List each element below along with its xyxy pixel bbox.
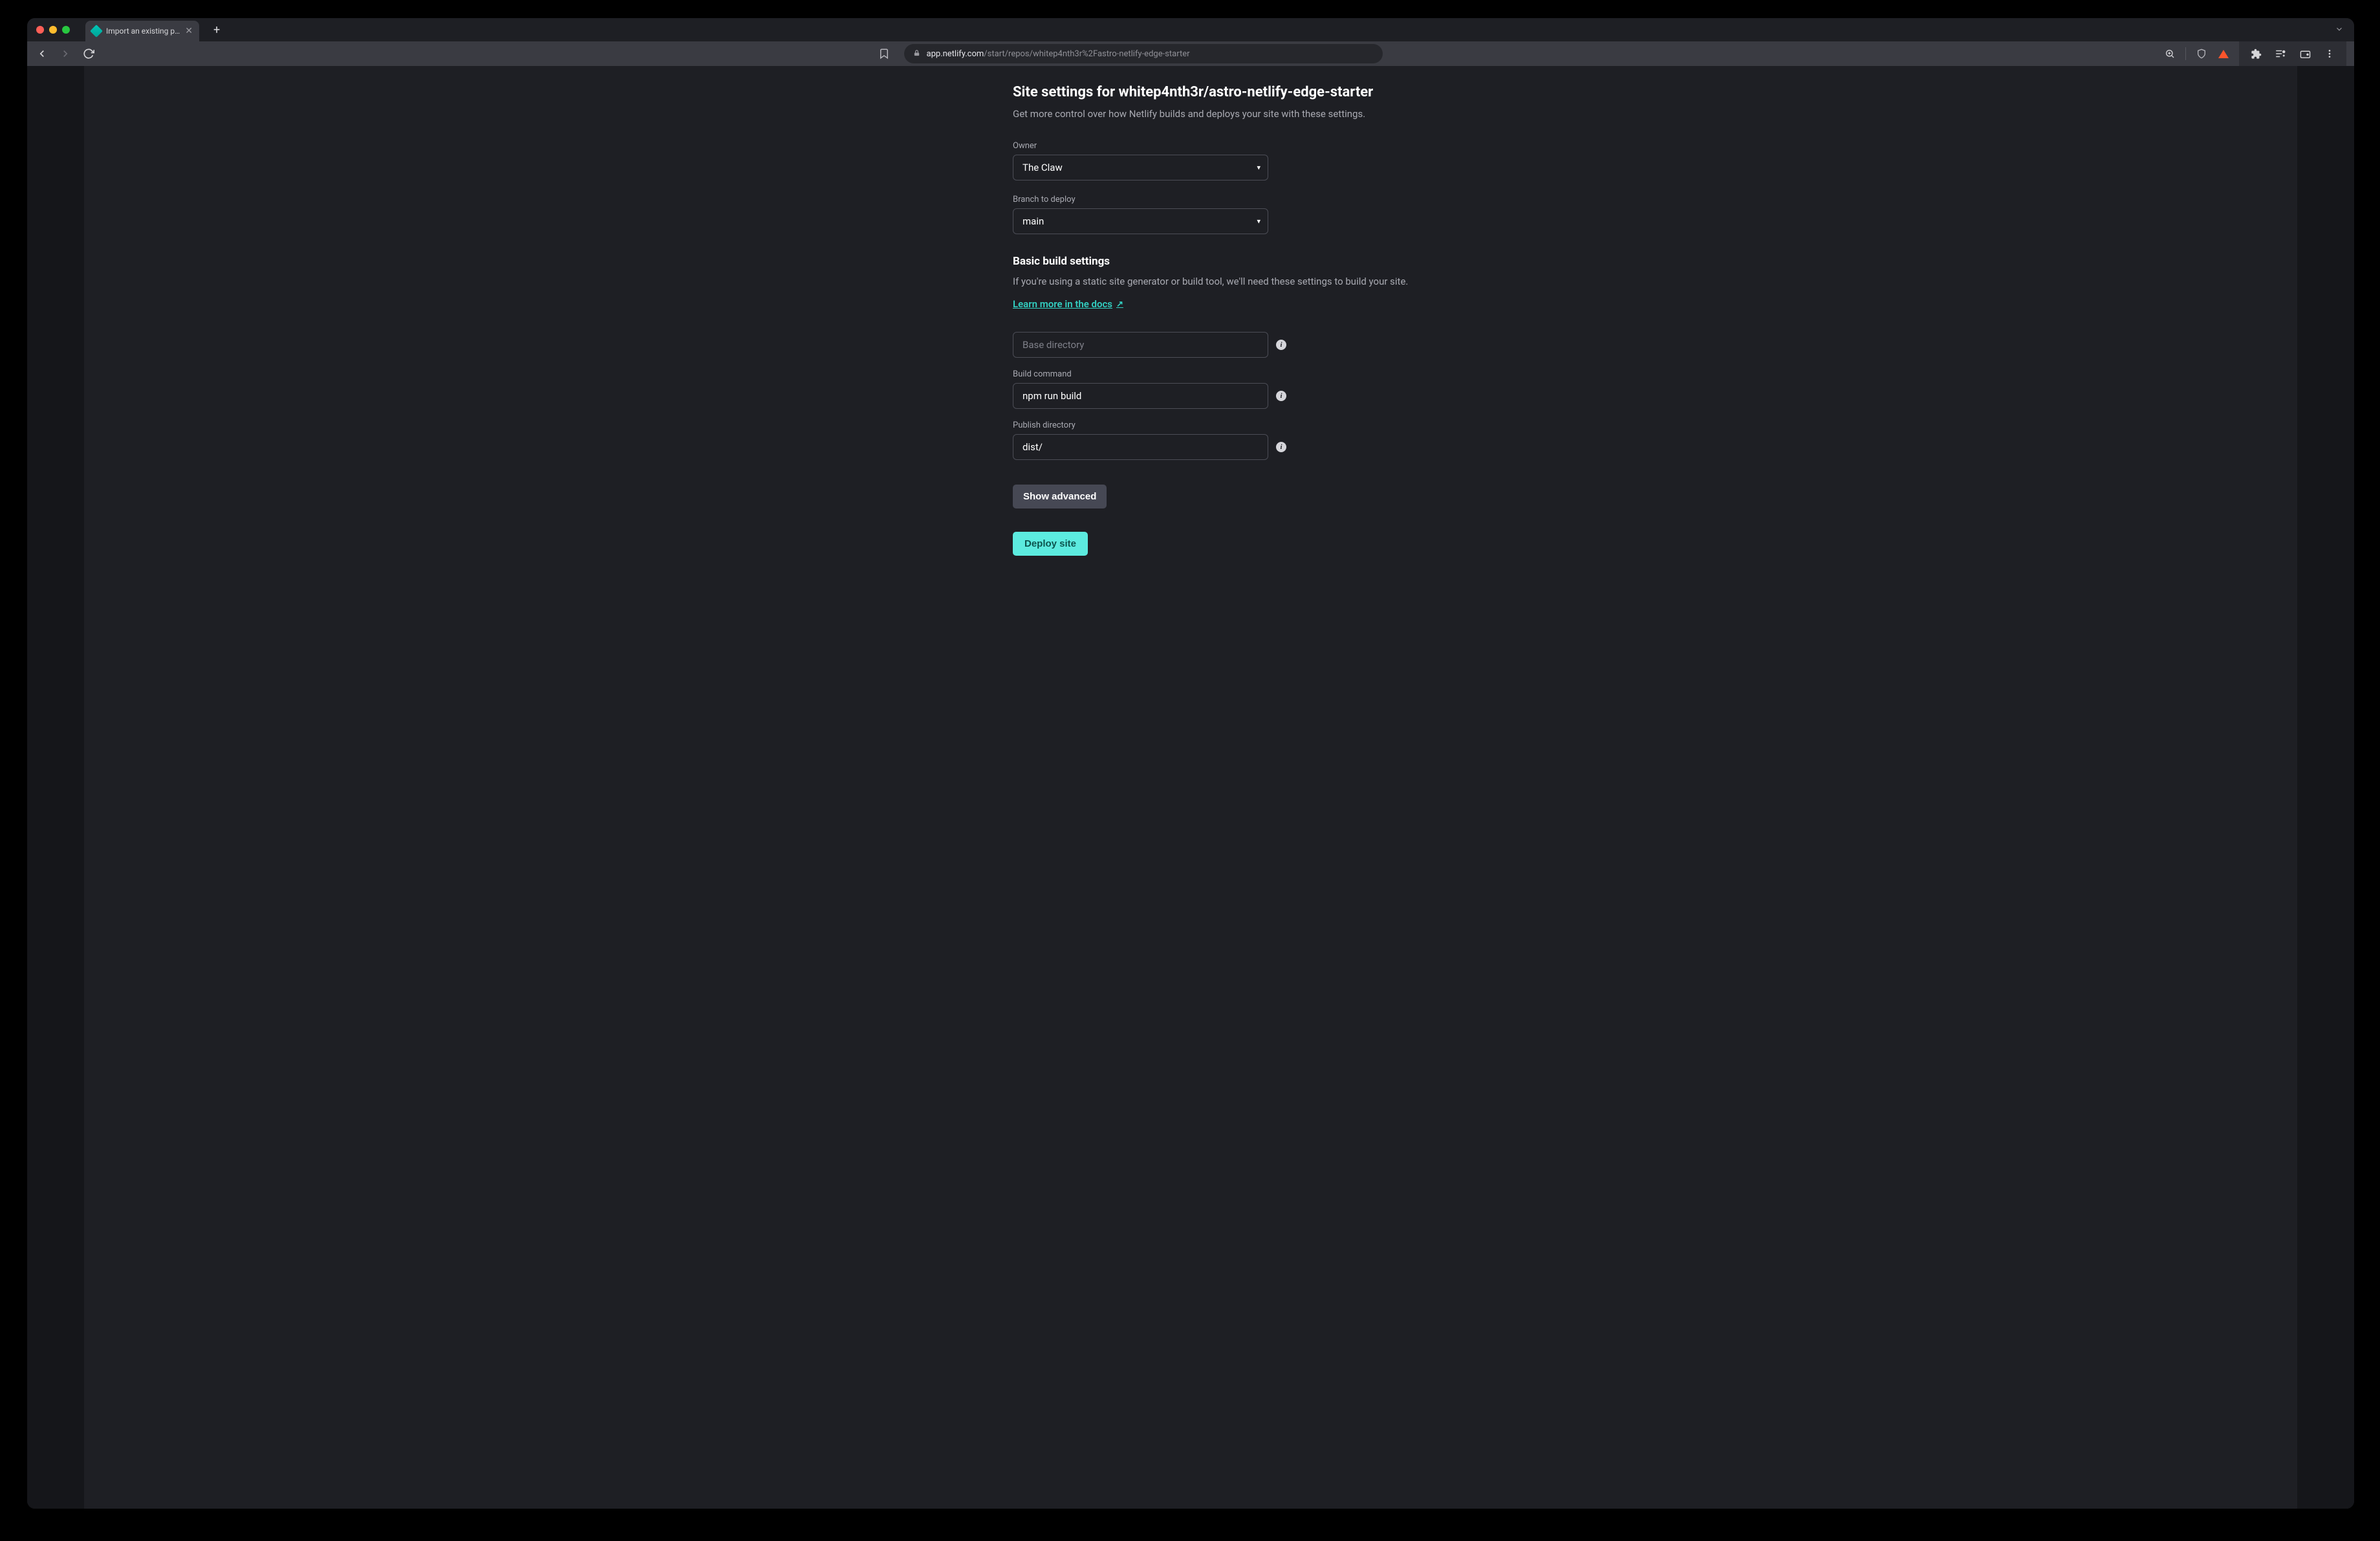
show-advanced-button[interactable]: Show advanced xyxy=(1013,485,1107,508)
netlify-favicon xyxy=(90,25,103,38)
page-subtitle: Get more control over how Netlify builds… xyxy=(1013,107,1478,122)
tab-title: Import an existing project fro xyxy=(106,27,180,36)
gutter-right xyxy=(2297,66,2354,1509)
publish-dir-label: Publish directory xyxy=(1013,421,1478,430)
info-icon[interactable]: i xyxy=(1276,340,1286,350)
branch-select[interactable]: main xyxy=(1013,208,1268,234)
branch-group: Branch to deploy main ▾ xyxy=(1013,195,1478,234)
build-cmd-group: Build command i xyxy=(1013,369,1478,409)
docs-link-text: Learn more in the docs xyxy=(1013,298,1112,310)
build-subtitle: If you're using a static site generator … xyxy=(1013,274,1478,289)
bookmark-button[interactable] xyxy=(877,47,891,61)
toolbar-divider xyxy=(2185,47,2186,60)
external-link-icon: ↗ xyxy=(1116,300,1123,309)
traffic-lights xyxy=(36,26,70,34)
back-button[interactable] xyxy=(35,47,49,61)
reload-button[interactable] xyxy=(81,47,96,61)
build-command-input[interactable] xyxy=(1013,383,1268,409)
publish-dir-group: Publish directory i xyxy=(1013,421,1478,460)
browser-toolbar: app.netlify.com/start/repos/whitep4nth3r… xyxy=(27,41,2354,66)
page-title: Site settings for whitep4nth3r/astro-net… xyxy=(1013,84,1478,100)
shield-icon[interactable] xyxy=(2195,47,2208,60)
close-tab-icon[interactable]: ✕ xyxy=(185,26,193,36)
settings-panel: Site settings for whitep4nth3r/astro-net… xyxy=(1013,84,1478,556)
forward-button[interactable] xyxy=(58,47,72,61)
zoom-icon[interactable] xyxy=(2163,47,2176,60)
toolbar-right xyxy=(2163,41,2346,66)
owner-label: Owner xyxy=(1013,141,1478,151)
browser-tab[interactable]: Import an existing project fro ✕ xyxy=(85,21,199,41)
owner-group: Owner The Claw ▾ xyxy=(1013,141,1478,180)
tab-bar: Import an existing project fro ✕ + xyxy=(27,18,2354,41)
base-directory-input[interactable] xyxy=(1013,332,1268,358)
extensions-area xyxy=(2239,41,2346,66)
publish-directory-input[interactable] xyxy=(1013,434,1268,460)
lock-icon xyxy=(913,49,920,59)
wallet-icon[interactable] xyxy=(2299,47,2311,60)
address-bar[interactable]: app.netlify.com/start/repos/whitep4nth3r… xyxy=(904,44,1383,63)
tab-overflow-button[interactable] xyxy=(2335,24,2344,36)
brave-icon[interactable] xyxy=(2217,47,2230,60)
url-text: app.netlify.com/start/repos/whitep4nth3r… xyxy=(927,49,1190,59)
info-icon[interactable]: i xyxy=(1276,442,1286,452)
page-content: Site settings for whitep4nth3r/astro-net… xyxy=(27,66,2354,1509)
gutter-left xyxy=(27,66,84,1509)
base-dir-row: i xyxy=(1013,332,1478,358)
extensions-icon[interactable] xyxy=(2249,47,2262,60)
build-heading: Basic build settings xyxy=(1013,255,1478,268)
build-cmd-label: Build command xyxy=(1013,369,1478,379)
playlist-icon[interactable] xyxy=(2274,47,2287,60)
close-window-button[interactable] xyxy=(36,26,44,34)
docs-link[interactable]: Learn more in the docs ↗ xyxy=(1013,298,1123,310)
maximize-window-button[interactable] xyxy=(62,26,70,34)
browser-window: Import an existing project fro ✕ + app.n… xyxy=(27,18,2354,1509)
info-icon[interactable]: i xyxy=(1276,391,1286,401)
owner-select[interactable]: The Claw xyxy=(1013,155,1268,180)
new-tab-button[interactable]: + xyxy=(208,23,225,37)
menu-icon[interactable] xyxy=(2323,47,2336,60)
deploy-site-button[interactable]: Deploy site xyxy=(1013,532,1088,556)
minimize-window-button[interactable] xyxy=(49,26,57,34)
branch-label: Branch to deploy xyxy=(1013,195,1478,204)
